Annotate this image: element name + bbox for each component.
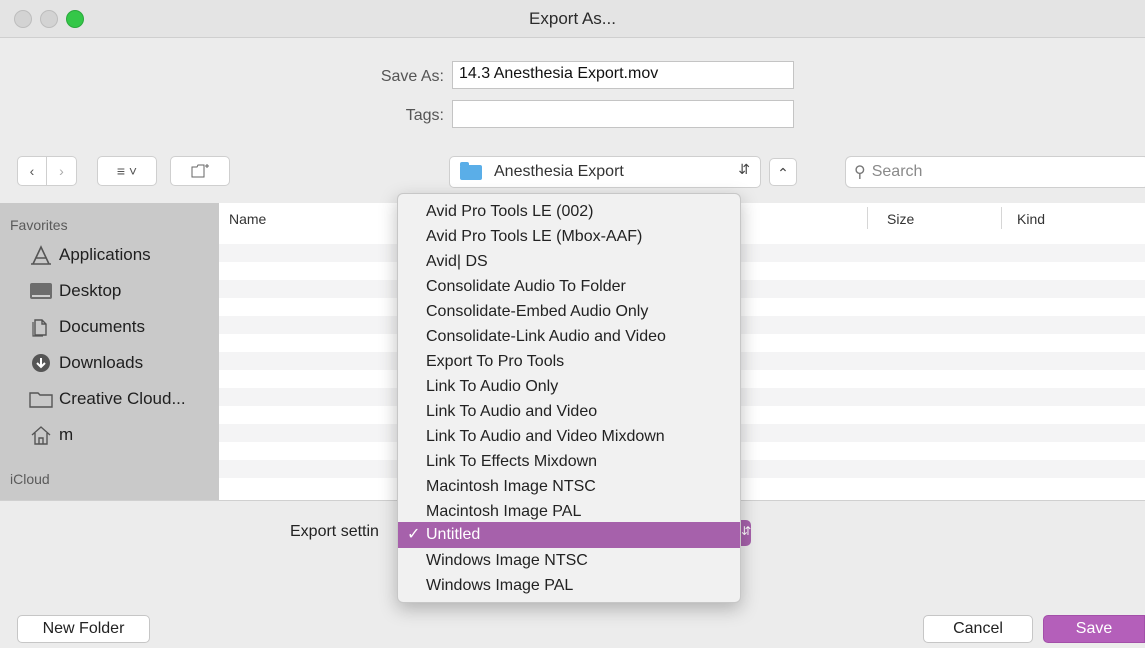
menu-item[interactable]: Export To Pro Tools — [398, 350, 740, 374]
applications-icon — [28, 245, 54, 265]
sidebar-item-label: Documents — [59, 317, 145, 336]
view-options-button[interactable]: ≡ ˅ — [97, 156, 157, 186]
export-settings-menu: Avid Pro Tools LE (002) Avid Pro Tools L… — [397, 193, 741, 603]
search-placeholder: Search — [871, 163, 923, 180]
sidebar-item-home[interactable]: m — [28, 425, 73, 445]
menu-item[interactable]: Consolidate-Embed Audio Only — [398, 300, 740, 324]
chevron-updown-icon: ⇵ — [738, 161, 750, 177]
chevron-right-icon: › — [59, 163, 64, 179]
chevron-updown-icon: ⇵ — [741, 524, 752, 538]
list-view-icon: ≡ ˅ — [116, 163, 138, 179]
menu-item[interactable]: Macintosh Image PAL — [398, 500, 740, 524]
menu-item[interactable]: Avid Pro Tools LE (002) — [398, 200, 740, 224]
chevron-left-icon: ‹ — [29, 163, 35, 179]
column-divider — [1001, 207, 1002, 229]
column-name[interactable]: Name — [229, 211, 266, 227]
sidebar-item-downloads[interactable]: Downloads — [28, 353, 143, 373]
folder-icon — [460, 161, 482, 180]
sidebar-item-label: Desktop — [59, 281, 122, 300]
sidebar-item-creative-cloud[interactable]: Creative Cloud... — [28, 389, 186, 409]
tags-label: Tags: — [405, 107, 444, 124]
new-folder-icon — [191, 164, 209, 178]
export-settings-label: Export settin — [290, 523, 379, 540]
sidebar-item-label: Applications — [59, 245, 151, 264]
save-as-field[interactable]: 14.3 Anesthesia Export.mov — [452, 61, 794, 89]
sidebar-item-documents[interactable]: Documents — [28, 317, 145, 337]
column-size[interactable]: Size — [887, 211, 914, 227]
sidebar-item-label: Creative Cloud... — [59, 389, 186, 408]
window-title: Export As... — [529, 9, 616, 28]
menu-item-label: Untitled — [426, 526, 481, 543]
new-folder-button[interactable]: New Folder — [17, 615, 150, 643]
sidebar-item-label: Downloads — [59, 353, 144, 372]
menu-item-selected[interactable]: ✓ Untitled — [398, 522, 740, 548]
sidebar-item-applications[interactable]: Applications — [28, 245, 151, 265]
chevron-up-icon: ⌃ — [777, 165, 789, 181]
new-folder-icon-button[interactable] — [170, 156, 230, 186]
cancel-button[interactable]: Cancel — [923, 615, 1033, 643]
forward-button[interactable]: › — [47, 156, 77, 186]
menu-item[interactable]: Consolidate Audio To Folder — [398, 275, 740, 299]
menu-item[interactable]: Link To Audio and Video Mixdown — [398, 425, 740, 449]
menu-item[interactable]: Link To Audio and Video — [398, 400, 740, 424]
sidebar-item-label: m — [59, 425, 74, 444]
folder-icon — [28, 389, 54, 409]
documents-icon — [28, 317, 54, 337]
title-bar: Export As... — [0, 0, 1145, 38]
tags-field[interactable] — [452, 100, 794, 128]
desktop-icon — [28, 281, 54, 301]
location-label: Anesthesia Export — [494, 163, 624, 180]
back-button[interactable]: ‹ — [17, 156, 47, 186]
search-input[interactable]: ⚲ Search — [845, 156, 1145, 188]
column-divider — [867, 207, 868, 229]
menu-item[interactable]: Consolidate-Link Audio and Video — [398, 325, 740, 349]
search-icon: ⚲ — [854, 164, 866, 181]
save-as-label: Save As: — [380, 68, 444, 85]
column-kind[interactable]: Kind — [1017, 211, 1045, 227]
location-popup[interactable]: Anesthesia Export ⇵ — [449, 156, 761, 188]
menu-item[interactable]: Avid Pro Tools LE (Mbox-AAF) — [398, 225, 740, 249]
save-button[interactable]: Save — [1043, 615, 1145, 643]
menu-item[interactable]: Windows Image PAL — [398, 574, 740, 598]
sidebar-item-desktop[interactable]: Desktop — [28, 281, 121, 301]
checkmark-icon: ✓ — [407, 526, 421, 543]
menu-item[interactable]: Windows Image NTSC — [398, 549, 740, 573]
favorites-header: Favorites — [10, 217, 68, 233]
menu-item[interactable]: Link To Audio Only — [398, 375, 740, 399]
sidebar: Favorites Applications Desktop Documents… — [0, 203, 219, 500]
expand-button[interactable]: ⌃ — [769, 158, 797, 186]
menu-item[interactable]: Macintosh Image NTSC — [398, 475, 740, 499]
menu-item[interactable]: Avid| DS — [398, 250, 740, 274]
export-settings-popup[interactable]: ⇵ — [741, 520, 751, 546]
menu-item[interactable]: Link To Effects Mixdown — [398, 450, 740, 474]
home-icon — [28, 425, 54, 445]
icloud-header: iCloud — [10, 471, 50, 487]
downloads-icon — [28, 353, 54, 373]
